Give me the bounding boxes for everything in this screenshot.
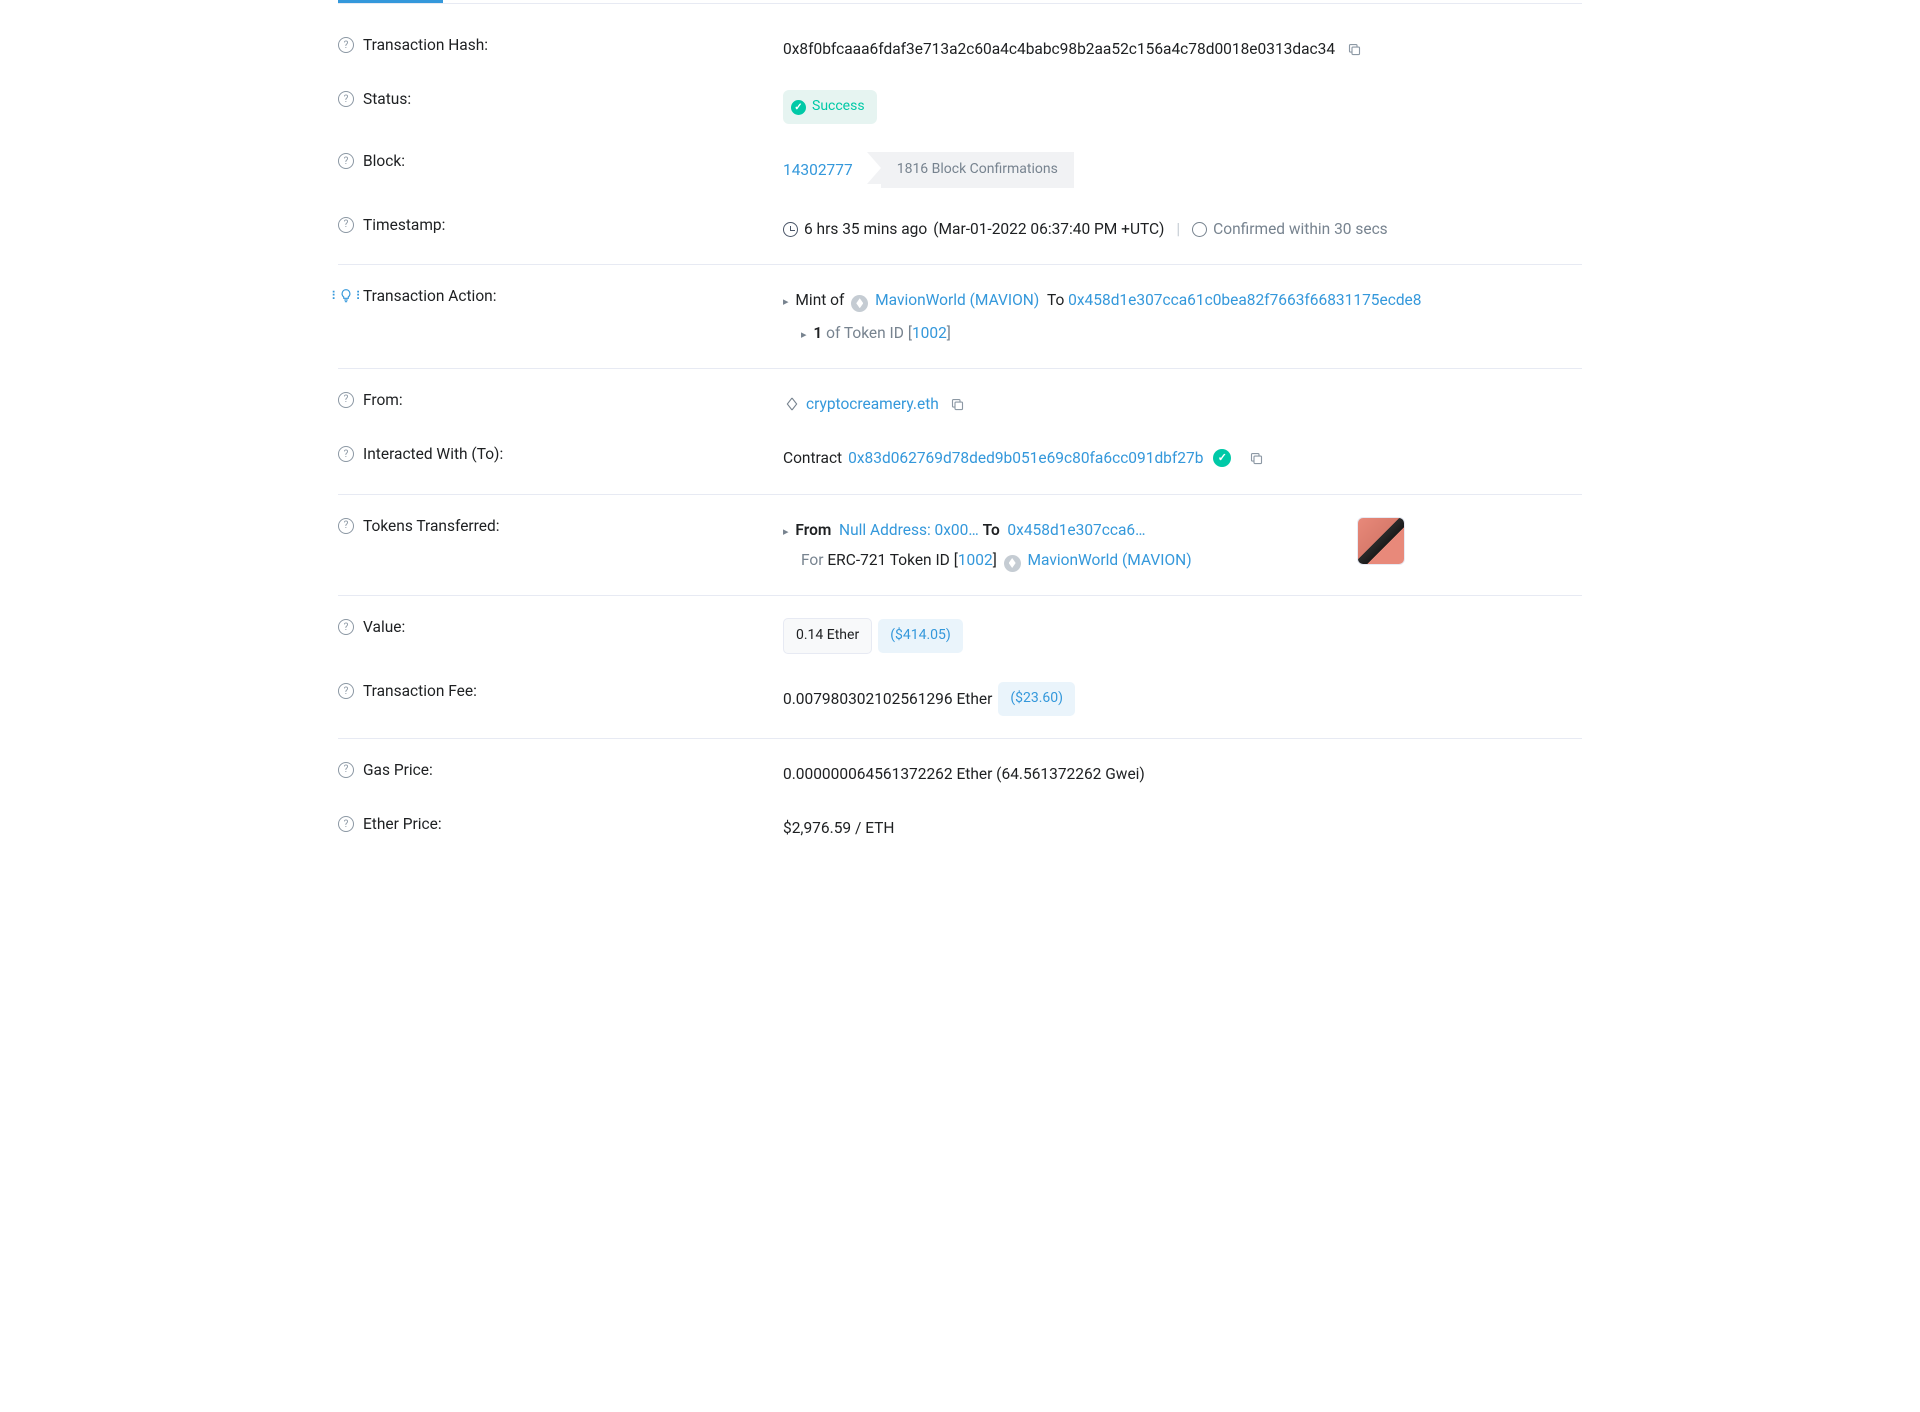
ens-icon (783, 396, 800, 413)
separator: | (1176, 216, 1180, 242)
help-icon[interactable]: ? (338, 816, 354, 832)
timestamp-relative: 6 hrs 35 mins ago (804, 216, 927, 242)
caret-icon: ▸ (801, 328, 807, 341)
action-to-label: To (1047, 291, 1064, 309)
row-value: ? Value: 0.14 Ether ($414.05) (338, 604, 1582, 668)
transfer-from-link[interactable]: Null Address: 0x00… (839, 521, 979, 539)
lightbulb-icon (338, 288, 354, 304)
action-tokenid-label: Token ID (844, 324, 904, 342)
label-txhash: Transaction Hash: (363, 36, 488, 54)
help-icon[interactable]: ? (338, 217, 354, 233)
help-icon[interactable]: ? (338, 619, 354, 635)
row-from: ? From: cryptocreamery.eth (338, 377, 1582, 431)
action-mint-prefix: Mint of (795, 291, 844, 309)
help-icon[interactable]: ? (338, 91, 354, 107)
contract-label: Contract (783, 445, 842, 471)
clock-icon (783, 222, 798, 237)
gasprice-value: 0.000000064561372262 Ether (64.561372262… (783, 761, 1145, 787)
ethprice-value: $2,976.59 / ETH (783, 815, 894, 841)
action-of: of (826, 324, 840, 342)
copy-icon[interactable] (1345, 40, 1363, 58)
label-from: From: (363, 391, 403, 409)
nft-thumbnail[interactable] (1357, 517, 1405, 565)
label-timestamp: Timestamp: (363, 216, 445, 234)
transfer-from-label: From (795, 521, 831, 539)
row-block: ? Block: 14302777 1816 Block Confirmatio… (338, 138, 1582, 202)
row-ethprice: ? Ether Price: $2,976.59 / ETH (338, 801, 1582, 855)
txfee-eth: 0.007980302102561296 Ether (783, 686, 992, 712)
help-icon[interactable]: ? (338, 392, 354, 408)
help-icon[interactable]: ? (338, 518, 354, 534)
row-txfee: ? Transaction Fee: 0.007980302102561296 … (338, 668, 1582, 739)
transfer-token-link[interactable]: MavionWorld (MAVION) (1028, 551, 1192, 569)
value-eth: 0.14 Ether (783, 618, 872, 654)
transfer-tokenid-link[interactable]: 1002 (958, 551, 993, 569)
label-txaction: Transaction Action: (363, 287, 496, 305)
row-tokens: ? Tokens Transferred: ▸ From Null Addres… (338, 503, 1582, 597)
transfer-tokenid-label: Token ID (890, 551, 950, 569)
label-txfee: Transaction Fee: (363, 682, 477, 700)
eth-diamond-icon (1004, 555, 1021, 572)
help-icon[interactable]: ? (338, 37, 354, 53)
to-address-link[interactable]: 0x83d062769d78ded9b051e69c80fa6cc091dbf2… (848, 445, 1203, 471)
transfer-for-label: For (801, 551, 824, 569)
help-icon[interactable]: ? (338, 153, 354, 169)
label-tokens: Tokens Transferred: (363, 517, 500, 535)
row-status: ? Status: ✓ Success (338, 76, 1582, 138)
label-block: Block: (363, 152, 405, 170)
timestamp-confirmed: Confirmed within 30 secs (1213, 216, 1388, 242)
block-number-link[interactable]: 14302777 (783, 157, 853, 183)
row-timestamp: ? Timestamp: 6 hrs 35 mins ago (Mar-01-2… (338, 202, 1582, 265)
from-address-link[interactable]: cryptocreamery.eth (806, 391, 939, 417)
verified-icon: ✓ (1213, 449, 1231, 467)
eth-diamond-icon (851, 295, 868, 312)
label-gasprice: Gas Price: (363, 761, 433, 779)
info-icon (1192, 222, 1207, 237)
txhash-value: 0x8f0bfcaaa6fdaf3e713a2c60a4c4babc98b2aa… (783, 36, 1335, 62)
row-txhash: ? Transaction Hash: 0x8f0bfcaaa6fdaf3e71… (338, 22, 1582, 76)
action-token-link[interactable]: MavionWorld (MAVION) (875, 291, 1039, 309)
help-icon[interactable]: ? (338, 446, 354, 462)
caret-icon: ▸ (783, 295, 789, 308)
check-icon: ✓ (791, 100, 806, 115)
action-to-address[interactable]: 0x458d1e307cca61c0bea82f7663f66831175ecd… (1068, 291, 1421, 309)
row-gasprice: ? Gas Price: 0.000000064561372262 Ether … (338, 747, 1582, 801)
caret-icon: ▸ (783, 525, 789, 538)
label-status: Status: (363, 90, 411, 108)
help-icon[interactable]: ? (338, 762, 354, 778)
block-confirmations: 1816 Block Confirmations (881, 152, 1074, 188)
copy-icon[interactable] (1247, 449, 1265, 467)
status-badge: ✓ Success (783, 90, 877, 124)
row-txaction: Transaction Action: ▸ Mint of MavionWorl… (338, 273, 1582, 369)
label-to: Interacted With (To): (363, 445, 503, 463)
txfee-usd: ($23.60) (998, 682, 1075, 716)
transfer-standard: ERC-721 (827, 551, 886, 569)
label-value: Value: (363, 618, 405, 636)
row-to: ? Interacted With (To): Contract 0x83d06… (338, 431, 1582, 494)
action-qty: 1 (813, 324, 822, 342)
transfer-to-label: To (983, 521, 1000, 539)
timestamp-absolute: (Mar-01-2022 06:37:40 PM +UTC) (933, 216, 1164, 242)
tab-border (338, 3, 1582, 4)
help-icon[interactable]: ? (338, 683, 354, 699)
label-ethprice: Ether Price: (363, 815, 442, 833)
action-tokenid-link[interactable]: 1002 (912, 324, 947, 342)
status-text: Success (812, 95, 865, 119)
transfer-to-link[interactable]: 0x458d1e307cca6… (1007, 521, 1145, 539)
copy-icon[interactable] (949, 395, 967, 413)
value-usd: ($414.05) (878, 619, 963, 653)
